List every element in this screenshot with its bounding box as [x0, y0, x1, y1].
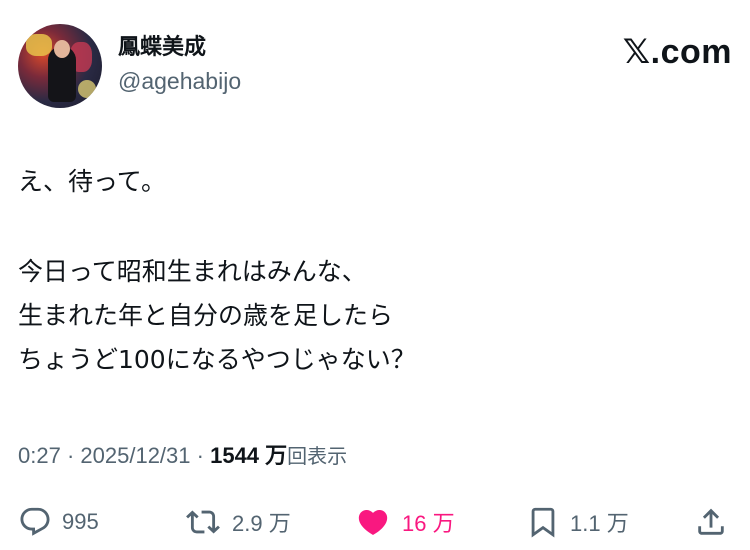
tweet-header: 鳳蝶美成 @agehabijo 𝕏.com	[18, 24, 732, 108]
tweet-date[interactable]: 2025/12/31	[80, 443, 190, 468]
tweet-line: ちょうど100になるやつじゃない？	[18, 345, 416, 374]
reply-icon	[20, 507, 50, 536]
tweet-time[interactable]: 0:27	[18, 443, 61, 468]
avatar[interactable]	[18, 24, 102, 108]
meta-separator: ·	[196, 443, 204, 468]
bookmark-count: 1.1 万	[570, 511, 629, 536]
repost-count: 2.9 万	[232, 511, 291, 536]
reply-count: 995	[62, 509, 99, 534]
tweet-card: 鳳蝶美成 @agehabijo 𝕏.com え、待って。 今日って昭和生まれはみ…	[0, 0, 750, 550]
like-count: 16 万	[402, 511, 455, 536]
action-bar: 995 2.9 万 16 万 1.1 万	[18, 500, 732, 544]
display-name[interactable]: 鳳蝶美成	[118, 34, 241, 62]
tweet-line: 生まれた年と自分の歳を足したら	[18, 301, 394, 330]
x-logo-icon: 𝕏	[622, 32, 651, 72]
author-names: 鳳蝶美成 @agehabijo	[118, 34, 241, 96]
tweet-text: え、待って。 今日って昭和生まれはみんな、 生まれた年と自分の歳を足したら ちょ…	[18, 160, 732, 382]
tweet-line: え、待って。	[18, 167, 167, 196]
x-logo[interactable]: 𝕏.com	[623, 32, 732, 72]
tweet-line: 今日って昭和生まれはみんな、	[18, 257, 367, 286]
repost-icon	[186, 510, 220, 534]
x-logo-domain: .com	[650, 33, 732, 71]
heart-icon	[358, 509, 388, 535]
like-button[interactable]: 16 万	[354, 500, 455, 544]
share-button[interactable]	[694, 500, 728, 544]
bookmark-icon	[531, 507, 555, 538]
bookmark-button[interactable]: 1.1 万	[526, 500, 629, 544]
user-handle[interactable]: @agehabijo	[118, 66, 241, 96]
tweet-meta: 0:27 · 2025/12/31 · 1544 万回表示	[18, 438, 347, 474]
views-label: 回表示	[287, 444, 348, 468]
repost-button[interactable]: 2.9 万	[184, 500, 291, 544]
views-count: 1544 万	[210, 443, 288, 468]
meta-separator: ·	[66, 443, 75, 468]
reply-button[interactable]: 995	[18, 500, 99, 544]
share-icon	[698, 508, 724, 535]
